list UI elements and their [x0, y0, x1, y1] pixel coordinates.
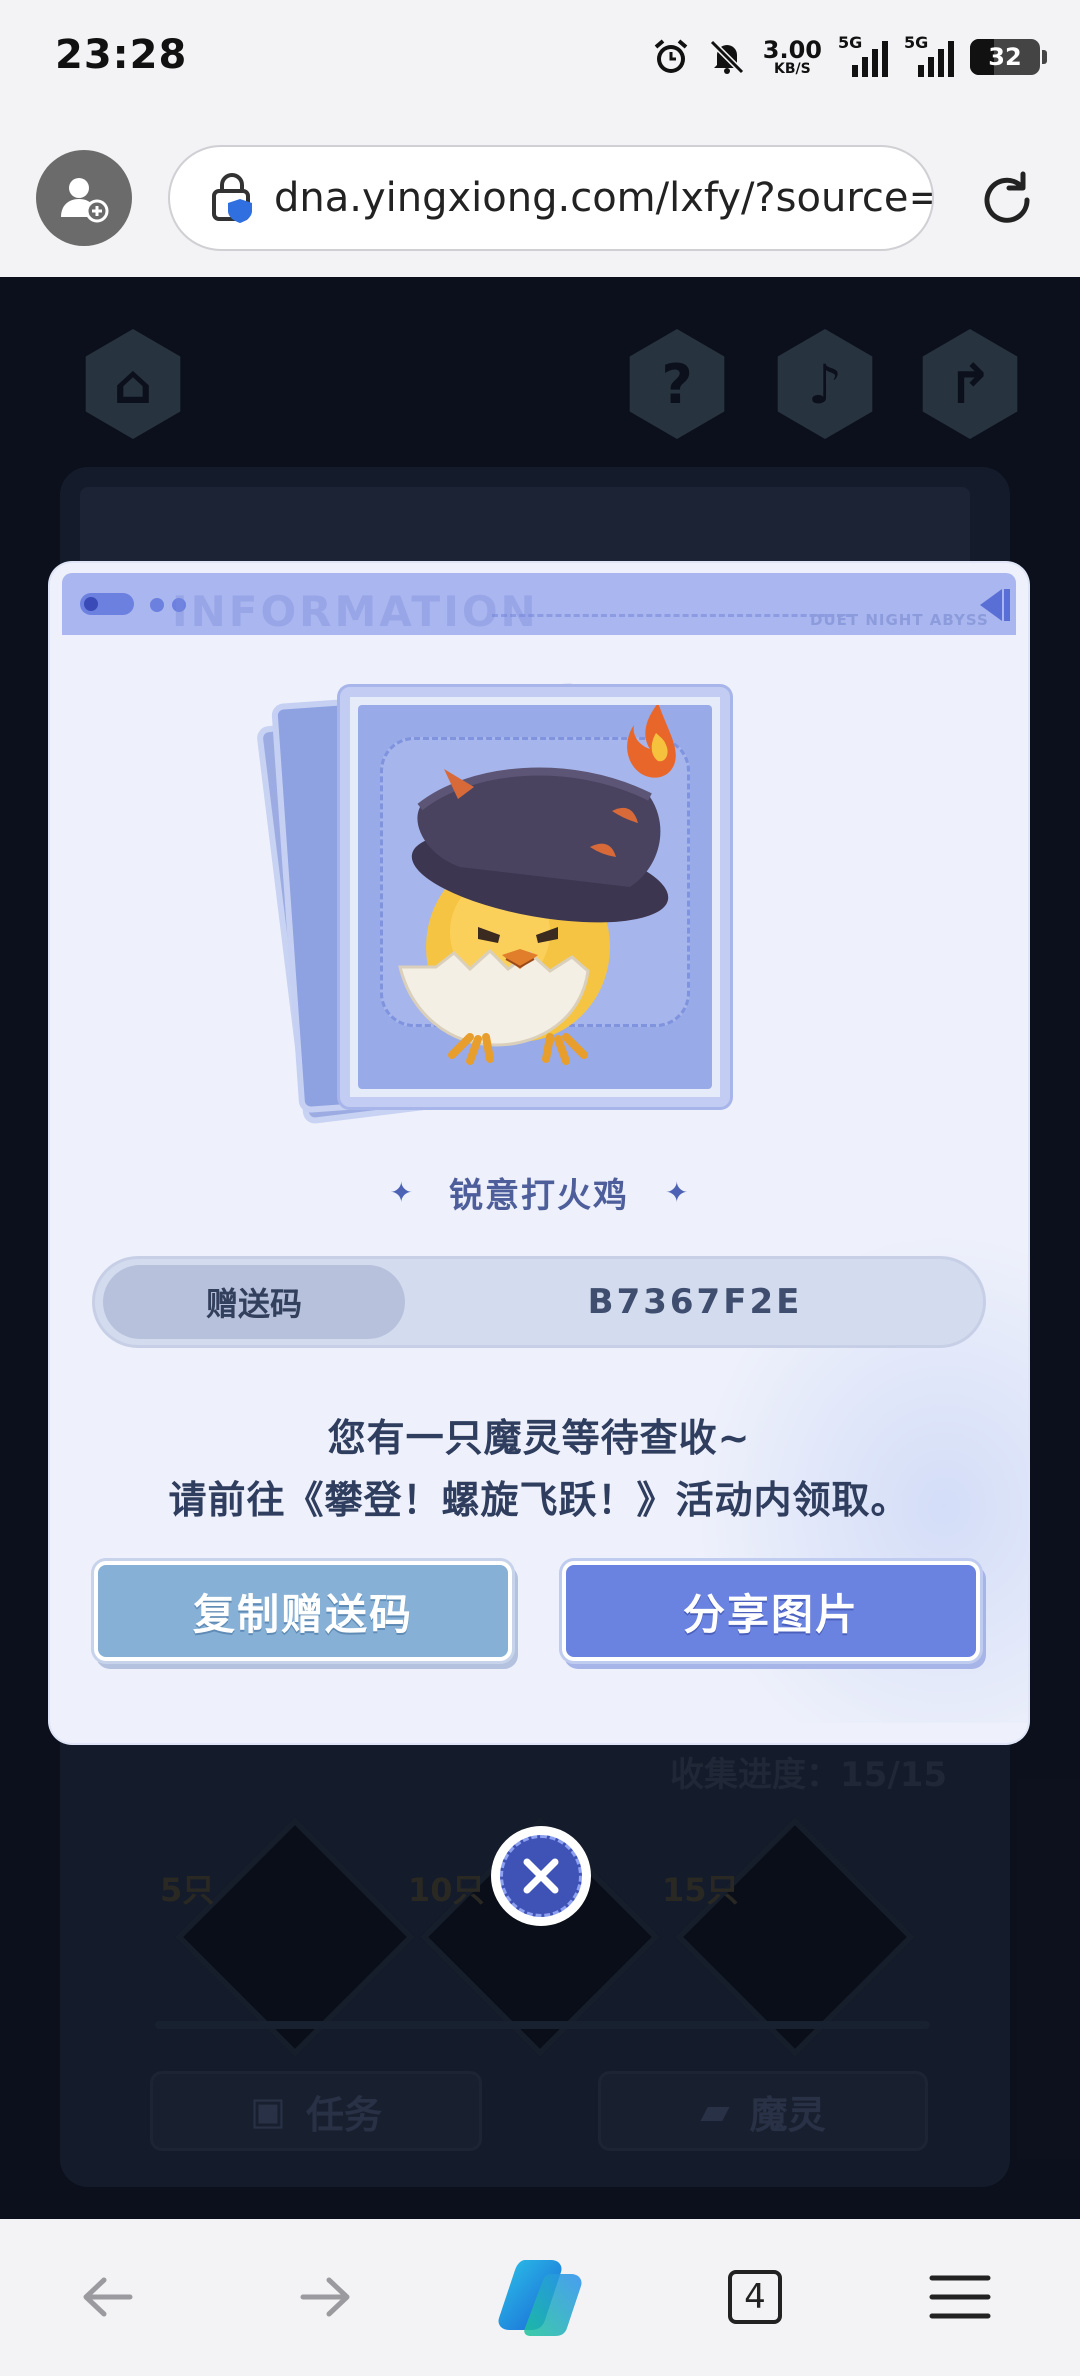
gift-code-value: B7367F2E: [587, 1282, 803, 1322]
back-button[interactable]: [68, 2257, 148, 2337]
status-icons: 3.00 KB/S 5G 5G 32: [651, 32, 1047, 82]
tabs-button[interactable]: 4: [715, 2257, 795, 2337]
header-decoration: [80, 593, 134, 615]
battery-level: 32: [988, 43, 1022, 71]
copilot-icon: [498, 2260, 582, 2336]
header-divider: [492, 614, 852, 617]
profile-button[interactable]: [36, 150, 132, 246]
fire-chick-illustration: [398, 705, 676, 1065]
gift-code-dialog: INFORMATION DUET NIGHT ABYSS ✦ 锐意打火鸡 ✦ 赠…: [50, 563, 1028, 1743]
mute-icon: [709, 39, 744, 75]
sparkle-icon: ✦: [665, 1176, 689, 1209]
web-page: ⌂ ? ♪ ↱ 收集进度：15/15 5只 10只 15只 ▣ 任务 ▰ 魔灵 …: [0, 277, 1080, 2219]
back-arrow-icon: [83, 2277, 133, 2317]
message-line-2: 请前往《攀登！螺旋飞跃！》活动内领取。: [168, 1478, 910, 1522]
browser-address-bar: dna.yingxiong.com/lxfy/?source=t: [0, 120, 1080, 277]
header-bar: [1004, 589, 1010, 621]
forward-button[interactable]: [285, 2257, 365, 2337]
secure-lock-icon: [212, 173, 252, 223]
card-front: [340, 687, 730, 1107]
signal-icon: 5G: [904, 33, 954, 77]
url-text: dna.yingxiong.com/lxfy/?source=t: [274, 175, 934, 221]
reload-icon[interactable]: [975, 168, 1039, 232]
network-speed: 3.00 KB/S: [762, 36, 822, 77]
browser-bottom-nav: 4: [0, 2219, 1080, 2376]
card-art: [358, 705, 712, 1089]
gift-code-field: 赠送码 B7367F2E: [92, 1256, 986, 1348]
header-brand: DUET NIGHT ABYSS: [810, 611, 989, 629]
menu-icon: [929, 2275, 991, 2319]
header-dot: [150, 598, 164, 612]
gift-code-label: 赠送码: [103, 1265, 405, 1339]
status-bar: 23:28 3.00 KB/S 5G 5G 32: [0, 0, 1080, 120]
forward-arrow-icon: [300, 2277, 350, 2317]
pet-name: 锐意打火鸡: [449, 1176, 629, 1216]
profile-icon: [61, 178, 109, 223]
battery-icon: 32: [970, 39, 1047, 75]
close-icon: [500, 1835, 582, 1917]
close-dialog-button[interactable]: [491, 1826, 591, 1926]
menu-button[interactable]: [920, 2257, 1000, 2337]
alarm-icon: [654, 39, 688, 73]
share-image-button[interactable]: 分享图片: [566, 1565, 976, 1657]
header-watermark: INFORMATION: [172, 587, 539, 636]
signal-icon: 5G: [838, 33, 888, 77]
pet-name-row: ✦ 锐意打火鸡 ✦: [50, 1168, 1028, 1217]
status-time: 23:28: [55, 32, 188, 78]
copilot-button[interactable]: [495, 2252, 585, 2342]
url-field[interactable]: dna.yingxiong.com/lxfy/?source=t: [168, 145, 934, 251]
header-arrow-icon: [980, 589, 1002, 621]
copy-code-button[interactable]: 复制赠送码: [98, 1565, 508, 1657]
tab-count: 4: [728, 2270, 782, 2324]
pet-card: [255, 673, 735, 1125]
sparkle-icon: ✦: [389, 1176, 413, 1209]
dialog-header: INFORMATION DUET NIGHT ABYSS: [62, 573, 1016, 636]
message-line-1: 您有一只魔灵等待查收~: [327, 1416, 751, 1460]
